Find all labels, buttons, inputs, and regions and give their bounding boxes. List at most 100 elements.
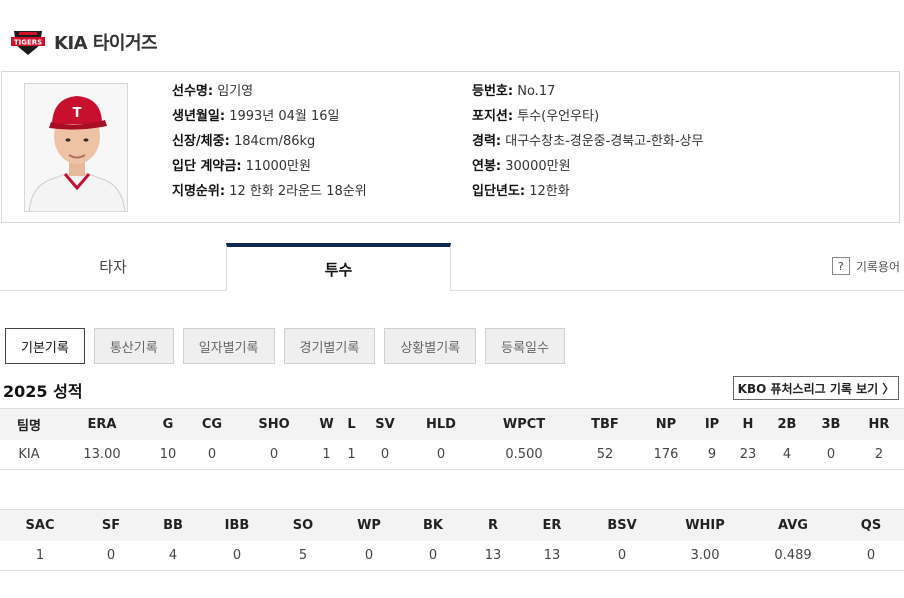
table-cell: 13.00: [58, 439, 146, 470]
col-header[interactable]: 팀명: [0, 408, 58, 440]
profile-info-right: 등번호: No.17 포지션: 투수(우언우타) 경력: 대구수창초-경운중-경…: [472, 82, 703, 207]
team-header: TIGERS KIA 타이거즈: [10, 26, 158, 58]
col-header[interactable]: 3B: [808, 408, 854, 440]
col-header[interactable]: WHIP: [662, 509, 748, 541]
table-cell: 4: [766, 439, 808, 470]
col-header[interactable]: G: [146, 408, 190, 440]
table-cell: 5: [270, 540, 336, 571]
table-cell: 1: [314, 439, 339, 470]
col-header[interactable]: SAC: [0, 509, 80, 541]
record-subtabs: 기본기록 통산기록 일자별기록 경기별기록 상황별기록 등록일수: [5, 328, 574, 365]
col-header[interactable]: SV: [364, 408, 406, 440]
col-header[interactable]: HLD: [406, 408, 476, 440]
pitching-stats-table-1: 팀명 ERA G CG SHO W L SV HLD WPCT TBF NP I…: [0, 408, 904, 470]
table-cell: 0: [582, 540, 662, 571]
table-cell: 0: [80, 540, 142, 571]
subtab-situation[interactable]: 상황별기록: [384, 328, 477, 364]
subtab-career[interactable]: 통산기록: [93, 328, 174, 364]
col-header[interactable]: SF: [80, 509, 142, 541]
table-cell: 0.500: [476, 439, 572, 470]
col-header[interactable]: AVG: [748, 509, 838, 541]
player-profile: T 선수명: 임기영 생년월일: 1993년 04월 16일 신장/체중: 18…: [1, 71, 900, 223]
col-header[interactable]: BB: [142, 509, 204, 541]
info-draft: 지명순위: 12 한화 2라운드 18순위: [172, 184, 367, 199]
table-header-row: 팀명 ERA G CG SHO W L SV HLD WPCT TBF NP I…: [0, 408, 904, 440]
col-header[interactable]: SHO: [234, 408, 314, 440]
col-header[interactable]: 2B: [766, 408, 808, 440]
table-cell: 13: [464, 540, 522, 571]
subtab-daily[interactable]: 일자별기록: [182, 328, 275, 364]
info-salary: 연봉: 30000만원: [472, 159, 571, 174]
tab-batter[interactable]: 타자: [0, 243, 226, 291]
table-cell: KIA: [0, 439, 58, 470]
table-cell: 0: [204, 540, 270, 571]
col-header[interactable]: HR: [854, 408, 904, 440]
col-header[interactable]: BK: [402, 509, 464, 541]
table-cell: 4: [142, 540, 204, 571]
subtab-registration[interactable]: 등록일수: [485, 328, 565, 364]
col-header[interactable]: NP: [638, 408, 694, 440]
table-header-row: SAC SF BB IBB SO WP BK R ER BSV WHIP AVG…: [0, 509, 904, 541]
col-header[interactable]: L: [339, 408, 364, 440]
col-header[interactable]: SO: [270, 509, 336, 541]
col-header[interactable]: ER: [522, 509, 582, 541]
col-header[interactable]: ERA: [58, 408, 146, 440]
table-cell: 176: [638, 439, 694, 470]
subtab-game[interactable]: 경기별기록: [283, 328, 376, 364]
futures-league-button[interactable]: KBO 퓨처스리그 기록 보기 〉: [733, 376, 899, 400]
col-header[interactable]: CG: [190, 408, 234, 440]
table-cell: 0: [190, 439, 234, 470]
question-icon: ?: [831, 257, 850, 275]
table-cell: 23: [730, 439, 766, 470]
col-header[interactable]: TBF: [572, 408, 638, 440]
table-cell: 0.489: [748, 540, 838, 571]
table-cell: 1: [339, 439, 364, 470]
col-header[interactable]: W: [314, 408, 339, 440]
table-cell: 52: [572, 439, 638, 470]
table-cell: 0: [838, 540, 904, 571]
logo-text: TIGERS: [14, 39, 42, 47]
info-position: 포지션: 투수(우언우타): [472, 109, 600, 124]
col-header[interactable]: QS: [838, 509, 904, 541]
glossary-link[interactable]: ? 기록용어: [831, 257, 900, 275]
info-height-weight: 신장/체중: 184cm/86kg: [172, 134, 316, 149]
svg-text:T: T: [73, 106, 82, 121]
glossary-label: 기록용어: [855, 259, 900, 274]
table-cell: 0: [364, 439, 406, 470]
table-cell: 3.00: [662, 540, 748, 571]
profile-info-left: 선수명: 임기영 생년월일: 1993년 04월 16일 신장/체중: 184c…: [172, 82, 367, 207]
tab-divider: [451, 290, 904, 291]
info-number: 등번호: No.17: [472, 84, 556, 99]
table-cell: 0: [402, 540, 464, 571]
col-header[interactable]: IP: [694, 408, 730, 440]
table-cell: 0: [808, 439, 854, 470]
tab-pitcher[interactable]: 투수: [226, 243, 451, 291]
table-cell: 1: [0, 540, 80, 571]
col-header[interactable]: BSV: [582, 509, 662, 541]
col-header[interactable]: R: [464, 509, 522, 541]
table-row: KIA 13.00 10 0 0 1 1 0 0 0.500 52 176 9 …: [0, 439, 904, 470]
info-join-year: 입단년도: 12한화: [472, 184, 570, 199]
table-cell: 0: [234, 439, 314, 470]
position-tabs: 타자 투수 ? 기록용어: [0, 243, 904, 291]
table-row: 1 0 4 0 5 0 0 13 13 0 3.00 0.489 0: [0, 540, 904, 571]
table-cell: 2: [854, 439, 904, 470]
col-header[interactable]: H: [730, 408, 766, 440]
col-header[interactable]: IBB: [204, 509, 270, 541]
pitching-stats-table-2: SAC SF BB IBB SO WP BK R ER BSV WHIP AVG…: [0, 509, 904, 571]
info-name: 선수명: 임기영: [172, 84, 254, 99]
table-cell: 9: [694, 439, 730, 470]
player-photo: T: [24, 83, 128, 212]
subtab-basic[interactable]: 기본기록: [5, 328, 85, 364]
table-cell: 0: [406, 439, 476, 470]
season-title: 2025 성적: [3, 382, 83, 401]
team-name: KIA 타이거즈: [54, 33, 158, 54]
table-cell: 13: [522, 540, 582, 571]
col-header[interactable]: WP: [336, 509, 402, 541]
info-career: 경력: 대구수창초-경운중-경북고-한화-상무: [472, 134, 704, 149]
col-header[interactable]: WPCT: [476, 408, 572, 440]
info-signing-bonus: 입단 계약금: 11000만원: [172, 159, 311, 174]
tigers-logo: TIGERS: [10, 27, 46, 57]
table-cell: 10: [146, 439, 190, 470]
table-cell: 0: [336, 540, 402, 571]
